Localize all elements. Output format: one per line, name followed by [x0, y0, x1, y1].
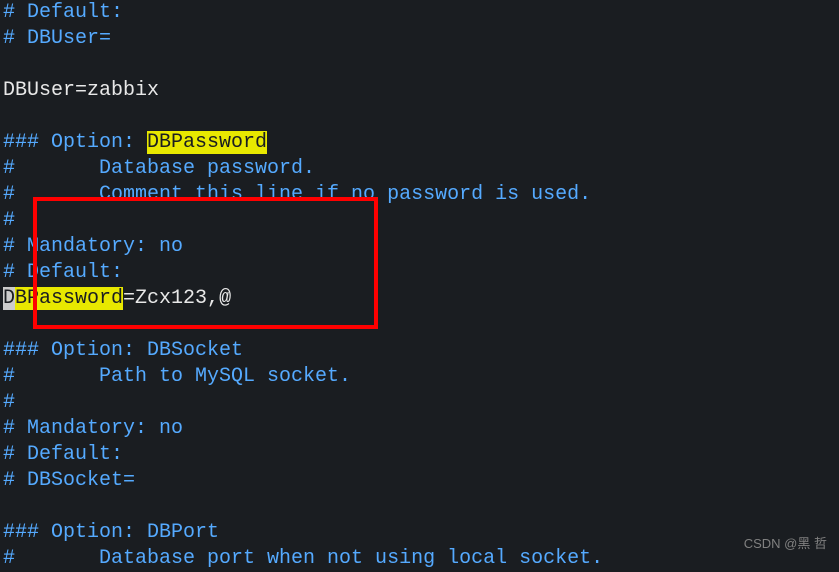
config-line: # [3, 208, 839, 234]
config-line-empty [3, 104, 839, 130]
config-line-dbpassword-value: DBPassword=Zcx123,@ [3, 286, 839, 312]
config-line: # DBSocket= [3, 468, 839, 494]
config-line: # Mandatory: no [3, 234, 839, 260]
config-line: # Default: [3, 260, 839, 286]
watermark: CSDN @黑 哲 [744, 536, 827, 553]
config-line: # Path to MySQL socket. [3, 364, 839, 390]
config-line: # Comment this line if no password is us… [3, 182, 839, 208]
config-line: # Default: [3, 0, 839, 26]
config-line-empty [3, 52, 839, 78]
password-value: =Zcx123,@ [123, 287, 231, 310]
config-line: # Database password. [3, 156, 839, 182]
config-line: # [3, 390, 839, 416]
config-line-empty [3, 494, 839, 520]
config-line: # Mandatory: no [3, 416, 839, 442]
config-line-dbuser: DBUser=zabbix [3, 78, 839, 104]
config-line-empty [3, 312, 839, 338]
search-highlight: BPassword [15, 287, 123, 310]
config-line: # Database port when not using local soc… [3, 546, 839, 572]
search-highlight: DBPassword [147, 131, 267, 154]
config-line-option-dbsocket: ### Option: DBSocket [3, 338, 839, 364]
config-line: # Default: [3, 442, 839, 468]
comment-prefix: ### Option: [3, 131, 147, 154]
config-line-option-dbport: ### Option: DBPort [3, 520, 839, 546]
config-line-option-dbpassword: ### Option: DBPassword [3, 130, 839, 156]
cursor-position: D [3, 287, 15, 310]
terminal-content: # Default: # DBUser= DBUser=zabbix ### O… [3, 0, 839, 572]
config-line: # DBUser= [3, 26, 839, 52]
